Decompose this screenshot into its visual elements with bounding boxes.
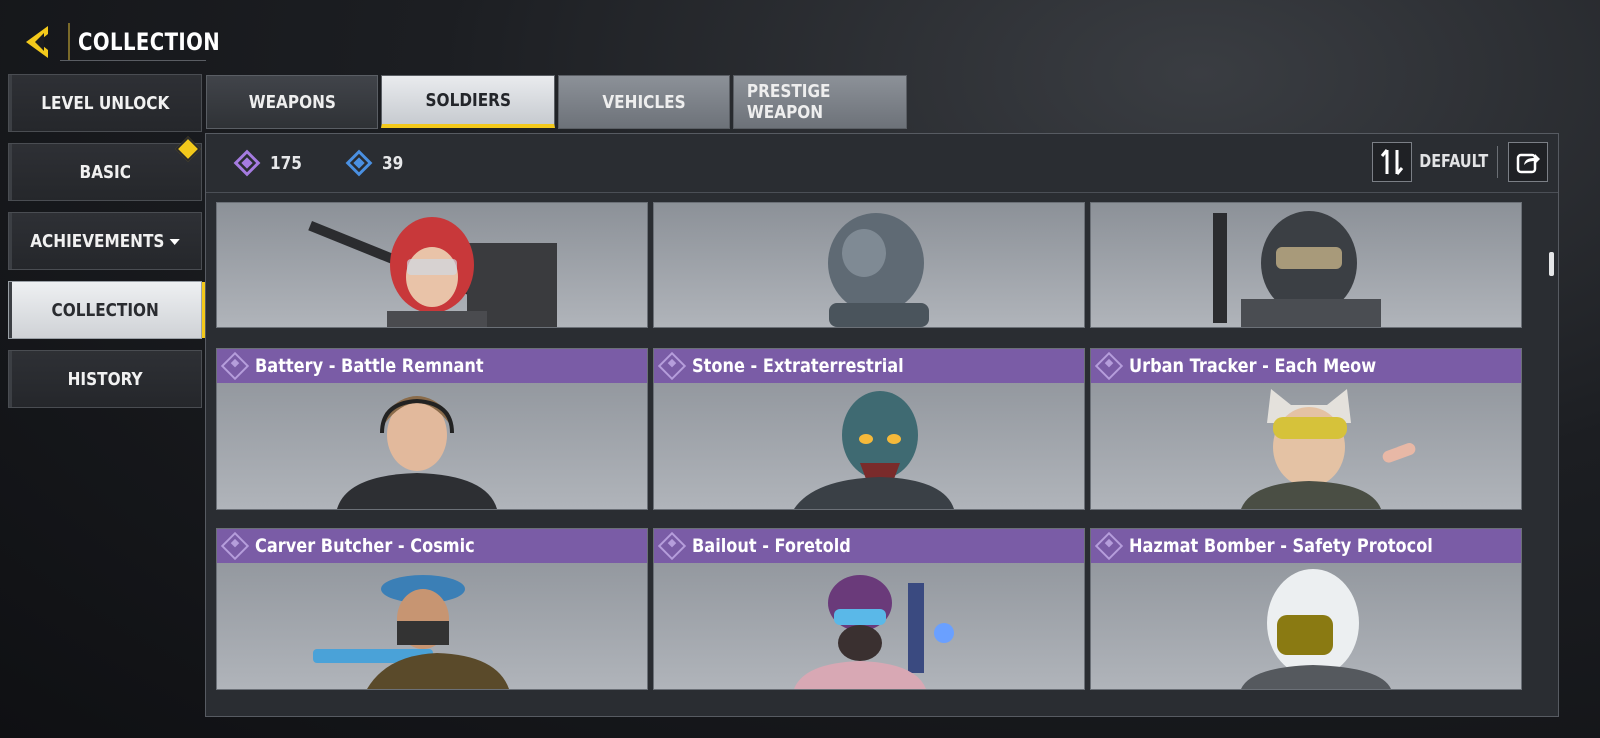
soldier-card[interactable]: Carver Butcher - Cosmic — [216, 528, 648, 690]
soldier-battery-portrait — [337, 396, 497, 509]
soldier-card[interactable]: Stone - Extraterrestrial — [653, 348, 1085, 510]
tab-label: PRESTIGE WEAPON — [746, 81, 831, 123]
rarity-icon — [220, 531, 250, 561]
sidebar-item-label: HISTORY — [67, 368, 143, 390]
soldier-astronaut-portrait — [828, 213, 929, 327]
rarity-icon — [220, 351, 250, 381]
sidebar-item-collection[interactable]: COLLECTION — [8, 281, 207, 339]
tab-label: VEHICLES — [602, 91, 686, 113]
currency-blue: 39 — [344, 148, 407, 178]
rarity-name-bar: Battery - Battle Remnant — [217, 349, 647, 383]
caret-down-icon — [169, 238, 180, 245]
notification-badge-icon — [175, 136, 201, 162]
purple-diamond-icon — [233, 149, 261, 177]
rarity-name-bar: Hazmat Bomber - Safety Protocol — [1091, 529, 1521, 563]
soldier-name: Carver Butcher - Cosmic — [255, 535, 475, 557]
share-button[interactable] — [1508, 142, 1548, 182]
sidebar-item-label: LEVEL UNLOCK — [40, 92, 170, 114]
rarity-icon — [1094, 351, 1124, 381]
sort-button[interactable] — [1372, 142, 1412, 182]
tab-label: WEAPONS — [248, 91, 336, 113]
tab-weapons[interactable]: WEAPONS — [206, 75, 378, 129]
sidebar-item-label: ACHIEVEMENTS — [30, 231, 180, 252]
soldier-goggles-portrait — [794, 575, 954, 689]
sidebar-item-label: COLLECTION — [51, 299, 159, 321]
tab-label: SOLDIERS — [425, 89, 511, 111]
back-button[interactable] — [14, 18, 62, 66]
sort-icon — [1380, 149, 1404, 175]
soldier-name: Hazmat Bomber - Safety Protocol — [1129, 535, 1433, 557]
collection-panel: 175 39 DEFAULT Battery - Battle Remnant … — [205, 133, 1559, 717]
blue-diamond-icon — [345, 149, 373, 177]
soldier-name: Battery - Battle Remnant — [255, 355, 484, 377]
soldier-card[interactable]: Bailout - Foretold — [653, 528, 1085, 690]
tab-vehicles[interactable]: VEHICLES — [558, 75, 730, 129]
rarity-name-bar: Urban Tracker - Each Meow — [1091, 349, 1521, 383]
sidebar-item-history[interactable]: HISTORY — [8, 350, 202, 408]
page-title: COLLECTION — [78, 28, 221, 56]
header-divider — [68, 23, 70, 61]
sort-mode-label[interactable]: DEFAULT — [1419, 151, 1488, 172]
toolbar-divider — [1497, 146, 1498, 178]
soldier-card[interactable] — [1090, 202, 1522, 328]
soldier-name: Urban Tracker - Each Meow — [1129, 355, 1377, 377]
sidebar: LEVEL UNLOCK BASIC ACHIEVEMENTS COLLECTI… — [8, 74, 207, 419]
rarity-icon — [657, 531, 687, 561]
scrollbar-thumb[interactable] — [1549, 252, 1554, 276]
sidebar-item-basic[interactable]: BASIC — [8, 136, 202, 201]
currency-purple: 175 — [232, 148, 308, 178]
soldier-armored-helmet-portrait — [1213, 211, 1381, 327]
soldier-cat-helmet-portrait — [1241, 389, 1416, 509]
currency-purple-value: 175 — [270, 152, 302, 174]
back-arrow-icon — [26, 26, 48, 58]
soldier-name: Stone - Extraterrestrial — [692, 355, 904, 377]
category-tabs: WEAPONS SOLDIERS VEHICLES PRESTIGE WEAPO… — [206, 75, 907, 129]
soldier-card[interactable]: Hazmat Bomber - Safety Protocol — [1090, 528, 1522, 690]
header: COLLECTION — [14, 18, 251, 66]
rarity-icon — [1094, 531, 1124, 561]
sidebar-item-label: BASIC — [79, 161, 131, 183]
soldier-hazmat-portrait — [1241, 569, 1391, 689]
rarity-name-bar: Carver Butcher - Cosmic — [217, 529, 647, 563]
soldier-beret-portrait — [313, 575, 509, 689]
rarity-name-bar: Stone - Extraterrestrial — [654, 349, 1084, 383]
soldier-name: Bailout - Foretold — [692, 535, 851, 557]
share-icon — [1516, 153, 1540, 174]
soldier-card[interactable]: Battery - Battle Remnant — [216, 348, 648, 510]
sidebar-item-level-unlock[interactable]: LEVEL UNLOCK — [8, 74, 202, 132]
header-underline — [60, 60, 206, 61]
panel-toolbar: 175 39 DEFAULT — [206, 134, 1558, 193]
rarity-icon — [657, 351, 687, 381]
rarity-name-bar: Bailout - Foretold — [654, 529, 1084, 563]
soldier-card[interactable] — [216, 202, 648, 328]
currency-blue-value: 39 — [382, 152, 404, 174]
tab-prestige-weapon[interactable]: PRESTIGE WEAPON — [733, 75, 907, 129]
soldier-card[interactable]: Urban Tracker - Each Meow — [1090, 348, 1522, 510]
sidebar-item-achievements[interactable]: ACHIEVEMENTS — [8, 212, 202, 270]
soldier-red-helmet-portrait — [308, 217, 557, 327]
achievements-label: ACHIEVEMENTS — [30, 230, 165, 252]
soldier-card[interactable] — [653, 202, 1085, 328]
tab-soldiers[interactable]: SOLDIERS — [381, 75, 555, 128]
soldier-alien-portrait — [794, 391, 954, 509]
